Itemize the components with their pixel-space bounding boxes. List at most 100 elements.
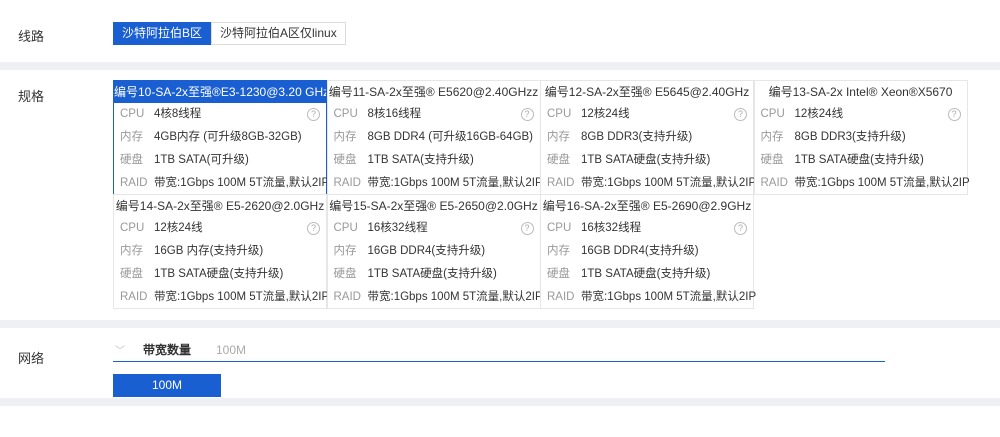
spec-key-memory: 内存 (120, 131, 143, 143)
spec-key-memory: 内存 (547, 131, 570, 143)
spec-card-title: 编号12-SA-2x至强® E5645@2.40GHz (544, 85, 750, 99)
spec-value-cpu: 12核24线 (581, 108, 630, 120)
question-circle-icon[interactable]: ? (734, 108, 747, 121)
spec-label: 规格 (18, 89, 45, 104)
spec-row-disk: 硬盘 1TB SATA硬盘(支持升级) (541, 263, 753, 286)
spec-value-raid: 带宽:1Gbps 100M 5T流量,默认2IP (367, 291, 543, 303)
spec-row-raid: RAID 带宽:1Gbps 100M 5T流量,默认2IP (541, 286, 756, 309)
question-circle-icon[interactable]: ? (307, 108, 320, 121)
spec-key-disk: 硬盘 (547, 268, 570, 280)
bandwidth-value: 100M (216, 342, 247, 357)
spec-key-memory: 内存 (760, 131, 784, 143)
spec-row-disk: 硬盘 1TB SATA硬盘(支持升级) (541, 149, 753, 172)
spec-value-disk: 1TB SATA硬盘(支持升级) (154, 268, 284, 280)
spec-row-cpu: CPU 4核8线程? (114, 103, 326, 126)
spec-card-6[interactable]: 编号15-SA-2x至强® E5-2650@2.0GHz CPU 16核32线程? 内… (326, 194, 543, 309)
spec-key-raid: RAID (120, 291, 148, 303)
spec-row-memory: 内存 8GB DDR3(支持升级) (541, 126, 753, 149)
spec-row-memory: 内存 16GB DDR4(支持升级) (328, 240, 540, 263)
line-tabs: 沙特阿拉伯B区 沙特阿拉伯A区仅linux (113, 22, 346, 45)
chevron-down-icon: ﹀ (115, 346, 125, 357)
spec-key-cpu: CPU (120, 108, 145, 120)
line-tab-a[interactable]: 沙特阿拉伯A区仅linux (211, 22, 346, 45)
spec-value-memory: 16GB DDR4(支持升级) (581, 245, 699, 257)
spec-row-disk: 硬盘 1TB SATA硬盘(支持升级) (114, 263, 326, 286)
spec-value-raid: 带宽:1Gbps 100M 5T流量,默认2IP (154, 177, 330, 189)
spec-value-raid: 带宽:1Gbps 100M 5T流量,默认2IP (794, 177, 970, 189)
spec-key-disk: 硬盘 (333, 268, 357, 280)
spec-value-disk: 1TB SATA(支持升级) (367, 154, 474, 166)
spec-value-memory: 8GB DDR3(支持升级) (581, 131, 693, 143)
spec-key-memory: 内存 (333, 131, 357, 143)
spec-key-raid: RAID (333, 291, 361, 303)
spec-value-memory: 8GB DDR3(支持升级) (794, 131, 906, 143)
question-circle-icon[interactable]: ? (520, 108, 534, 121)
spec-value-memory: 4GB内存 (可升级8GB-32GB) (154, 131, 302, 143)
spec-key-raid: RAID (760, 177, 788, 189)
spec-key-disk: 硬盘 (333, 154, 357, 166)
spec-row-memory: 内存 16GB DDR4(支持升级) (541, 240, 753, 263)
line-section: 线路 沙特阿拉伯B区 沙特阿拉伯A区仅linux (0, 8, 1000, 62)
spec-row-cpu: CPU 16核32线程? (541, 217, 753, 240)
spec-row-memory: 内存 8GB DDR3(支持升级) (755, 126, 967, 149)
spec-row-disk: 硬盘 1TB SATA(支持升级) (328, 149, 540, 172)
bandwidth-selector[interactable]: ﹀ 带宽数量 100M (113, 338, 885, 362)
spec-card-4[interactable]: 编号13-SA-2x Intel® Xeon®X5670 CPU 12核24线? 内存… (753, 80, 970, 195)
spec-value-disk: 1TB SATA硬盘(支持升级) (794, 154, 924, 166)
spec-row-raid: RAID 带宽:1Gbps 100M 5T流量,默认2IP (328, 286, 543, 309)
spec-row-memory: 内存 4GB内存 (可升级8GB-32GB) (114, 126, 326, 149)
spec-value-memory: 16GB DDR4(支持升级) (367, 245, 486, 257)
spec-value-cpu: 12核24线 (154, 222, 203, 234)
question-circle-icon[interactable]: ? (947, 108, 961, 121)
spec-row-cpu: CPU 12核24线? (755, 103, 967, 126)
spec-card-7[interactable]: 编号16-SA-2x至强® E5-2690@2.9GHz CPU 16核32线程? 内… (540, 194, 756, 309)
spec-row-raid: RAID 带宽:1Gbps 100M 5T流量,默认2IP (541, 172, 757, 195)
spec-row-memory: 内存 16GB 内存(支持升级) (114, 240, 326, 263)
spec-value-raid: 带宽:1Gbps 100M 5T流量,默认2IP (367, 177, 543, 189)
spec-row-disk: 硬盘 1TB SATA(可升级) (114, 149, 326, 172)
network-label: 网络 (18, 351, 45, 366)
spec-value-raid: 带宽:1Gbps 100M 5T流量,默认2IP (154, 291, 330, 303)
spec-value-cpu: 16核32线程 (367, 222, 428, 234)
spec-card-2[interactable]: 编号11-SA-2x至强® E5620@2.40GHzz CPU 8核16线程? 内存… (326, 80, 543, 195)
question-circle-icon[interactable]: ? (734, 222, 747, 235)
spec-card-3[interactable]: 编号12-SA-2x至强® E5645@2.40GHz CPU 12核24线? 内存 8… (540, 80, 757, 195)
spec-key-raid: RAID (547, 291, 575, 303)
spec-key-disk: 硬盘 (120, 268, 143, 280)
spec-value-memory: 8GB DDR4 (可升级16GB-64GB) (367, 131, 534, 143)
spec-row-disk: 硬盘 1TB SATA硬盘(支持升级) (755, 149, 967, 172)
spec-row-cpu: CPU 12核24线? (541, 103, 753, 126)
spec-row-raid: RAID 带宽:1Gbps 100M 5T流量,默认2IP (755, 172, 970, 195)
spec-card-1[interactable]: 编号10-SA-2x至强®E3-1230@3.20 GHz CPU 4核8线程? 内存… (113, 80, 330, 195)
bandwidth-option-100m[interactable]: 100M (113, 374, 221, 397)
spec-row-raid: RAID 带宽:1Gbps 100M 5T流量,默认2IP (114, 286, 330, 309)
spec-key-memory: 内存 (333, 245, 357, 257)
spec-card-title: 编号14-SA-2x至强® E5-2620@2.0GHz (115, 199, 325, 213)
spec-card-title: 编号13-SA-2x Intel® Xeon®X5670 (768, 85, 953, 99)
spec-card-5[interactable]: 编号14-SA-2x至强® E5-2620@2.0GHz CPU 12核24线? 内存… (113, 194, 330, 309)
spec-value-disk: 1TB SATA硬盘(支持升级) (581, 268, 711, 280)
bandwidth-label: 带宽数量 (143, 343, 192, 357)
question-circle-icon[interactable]: ? (520, 222, 534, 235)
spec-key-cpu: CPU (547, 222, 572, 234)
spec-key-disk: 硬盘 (120, 154, 143, 166)
spec-card-title: 编号16-SA-2x至强® E5-2690@2.9GHz (542, 199, 752, 213)
spec-value-disk: 1TB SATA硬盘(支持升级) (581, 154, 711, 166)
spec-key-raid: RAID (120, 177, 148, 189)
spec-row-raid: RAID 带宽:1Gbps 100M 5T流量,默认2IP (328, 172, 543, 195)
spec-key-disk: 硬盘 (760, 154, 784, 166)
spec-value-cpu: 12核24线 (794, 108, 844, 120)
spec-value-raid: 带宽:1Gbps 100M 5T流量,默认2IP (581, 177, 757, 189)
spec-key-cpu: CPU (333, 108, 358, 120)
spec-key-raid: RAID (333, 177, 361, 189)
spec-row-memory: 内存 8GB DDR4 (可升级16GB-64GB) (328, 126, 540, 149)
spec-value-cpu: 8核16线程 (367, 108, 422, 120)
line-tab-b[interactable]: 沙特阿拉伯B区 (113, 22, 212, 45)
spec-key-cpu: CPU (120, 222, 145, 234)
spec-key-memory: 内存 (120, 245, 143, 257)
spec-value-disk: 1TB SATA(可升级) (154, 154, 249, 166)
spec-key-disk: 硬盘 (547, 154, 570, 166)
spec-card-title: 编号15-SA-2x至强® E5-2650@2.0GHz (329, 199, 538, 213)
spec-row-raid: RAID 带宽:1Gbps 100M 5T流量,默认2IP (114, 172, 330, 195)
question-circle-icon[interactable]: ? (307, 222, 320, 235)
